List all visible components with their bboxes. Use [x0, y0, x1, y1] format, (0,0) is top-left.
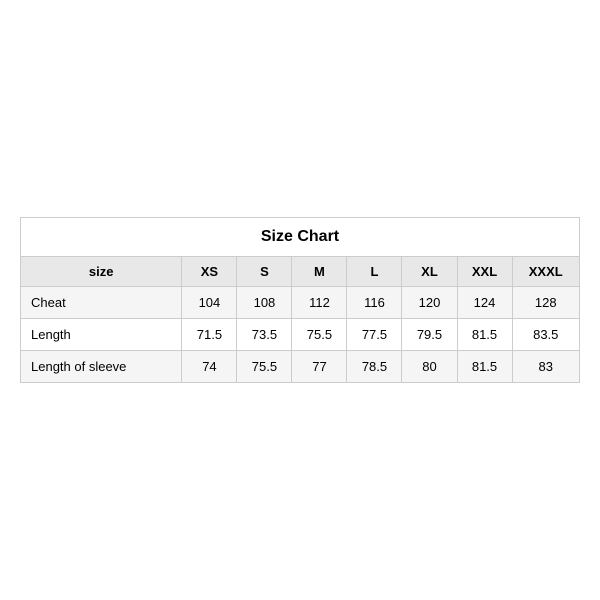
cell-1-4: 79.5: [402, 319, 457, 351]
header-cell-3: M: [292, 257, 347, 287]
cell-1-1: 73.5: [237, 319, 292, 351]
cell-1-5: 81.5: [457, 319, 512, 351]
cell-1-0: 71.5: [182, 319, 237, 351]
cell-0-2: 112: [292, 287, 347, 319]
cell-1-3: 77.5: [347, 319, 402, 351]
row-label-2: Length of sleeve: [21, 351, 182, 383]
cell-0-1: 108: [237, 287, 292, 319]
cell-2-4: 80: [402, 351, 457, 383]
table-title: Size Chart: [21, 218, 580, 257]
cell-2-6: 83: [512, 351, 579, 383]
cell-0-5: 124: [457, 287, 512, 319]
cell-0-4: 120: [402, 287, 457, 319]
size-chart-container: Size Chart sizeXSSMLXLXXLXXXL Cheat10410…: [20, 217, 580, 383]
table-row: Length of sleeve7475.57778.58081.583: [21, 351, 580, 383]
header-cell-2: S: [237, 257, 292, 287]
cell-2-0: 74: [182, 351, 237, 383]
title-row: Size Chart: [21, 218, 580, 257]
table-row: Cheat104108112116120124128: [21, 287, 580, 319]
cell-2-5: 81.5: [457, 351, 512, 383]
size-chart-table: Size Chart sizeXSSMLXLXXLXXXL Cheat10410…: [20, 217, 580, 383]
header-cell-6: XXL: [457, 257, 512, 287]
cell-0-0: 104: [182, 287, 237, 319]
header-cell-5: XL: [402, 257, 457, 287]
header-cell-7: XXXL: [512, 257, 579, 287]
header-row: sizeXSSMLXLXXLXXXL: [21, 257, 580, 287]
header-cell-1: XS: [182, 257, 237, 287]
table-row: Length71.573.575.577.579.581.583.5: [21, 319, 580, 351]
cell-1-6: 83.5: [512, 319, 579, 351]
cell-2-2: 77: [292, 351, 347, 383]
cell-2-3: 78.5: [347, 351, 402, 383]
header-cell-4: L: [347, 257, 402, 287]
cell-2-1: 75.5: [237, 351, 292, 383]
cell-0-6: 128: [512, 287, 579, 319]
row-label-0: Cheat: [21, 287, 182, 319]
cell-0-3: 116: [347, 287, 402, 319]
cell-1-2: 75.5: [292, 319, 347, 351]
row-label-1: Length: [21, 319, 182, 351]
header-cell-0: size: [21, 257, 182, 287]
